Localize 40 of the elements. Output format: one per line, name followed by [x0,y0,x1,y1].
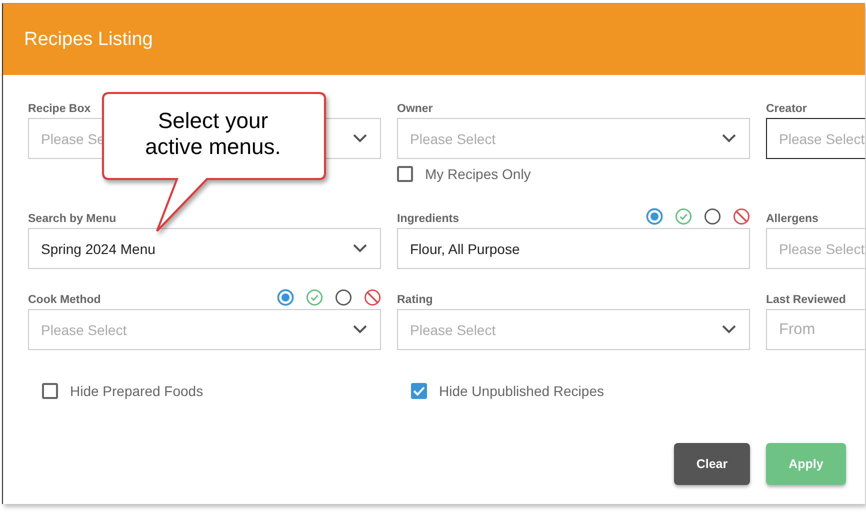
field-label: Owner [397,103,433,115]
chevron-down-icon [722,134,736,143]
checkbox[interactable] [397,166,413,182]
tooltip-text: Select your active menus. [144,108,282,161]
ban-icon[interactable] [364,289,381,306]
field-label: Rating [397,294,433,306]
page-title: Recipes Listing [24,28,153,50]
chevron-down-icon [353,244,367,253]
field-label: Creator [766,103,807,115]
check-circle-icon[interactable] [675,208,692,225]
input-field[interactable]: Please Select [766,228,865,269]
apply-button[interactable]: Apply [766,443,846,485]
chevron-down-icon [353,134,367,143]
field-label: Allergens [766,213,818,225]
chevron-down-icon [722,325,736,334]
input-field[interactable]: Please Select [766,118,865,159]
ban-icon[interactable] [733,208,750,225]
checkbox[interactable] [42,383,58,399]
chevron-down-icon [353,325,367,334]
dropdown-field[interactable]: Please Select [397,118,750,159]
dropdown-field[interactable]: Please Select [28,309,381,350]
radio-icon[interactable] [646,208,663,225]
dropdown-field[interactable]: Please Select [397,309,750,350]
field-label: Search by Menu [28,213,116,225]
radio-icon[interactable] [277,289,294,306]
checkbox-label: Hide Unpublished Recipes [439,383,604,399]
circle-icon[interactable] [335,289,352,306]
field-label: Last Reviewed [766,294,846,306]
dropdown-field[interactable]: Spring 2024 Menu [28,228,381,269]
input-field[interactable]: Flour, All Purpose [397,228,750,269]
clear-button[interactable]: Clear [674,443,750,485]
field-label: Recipe Box [28,103,91,115]
check-circle-icon[interactable] [306,289,323,306]
circle-icon[interactable] [704,208,721,225]
checkbox-label: Hide Prepared Foods [70,383,204,399]
field-label: Cook Method [28,294,101,306]
input-field[interactable]: From [766,309,865,350]
checkbox[interactable] [411,383,427,399]
field-label: Ingredients [397,213,459,225]
checkbox-label: My Recipes Only [425,166,531,182]
